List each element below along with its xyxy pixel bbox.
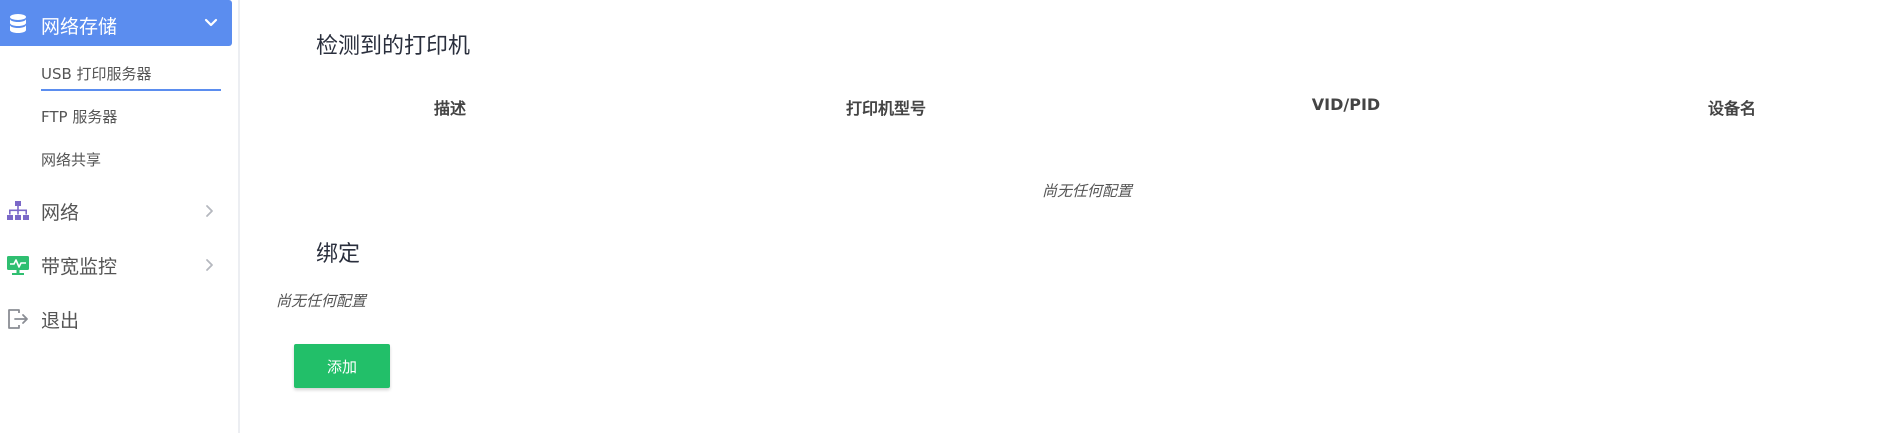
detected-printers-title: 检测到的打印机: [316, 34, 471, 59]
active-submenu-indicator: [41, 89, 221, 91]
chevron-right-icon: [206, 259, 213, 271]
logout-icon: [8, 309, 28, 329]
submenu-item-network-share[interactable]: 网络共享: [41, 149, 101, 170]
add-button[interactable]: 添加: [294, 344, 390, 388]
chevron-down-icon: [204, 18, 218, 27]
sidebar-item-label: 网络: [41, 202, 80, 224]
sidebar-item-label: 退出: [41, 310, 80, 332]
sidebar-item-network-storage[interactable]: 网络存储: [0, 0, 232, 46]
sidebar-item-label: 带宽监控: [41, 256, 118, 278]
network-topology-icon: [7, 201, 29, 220]
sidebar-item-label: 网络存储: [41, 16, 118, 38]
submenu-item-ftp-server[interactable]: FTP 服务器: [41, 106, 117, 127]
monitor-pulse-icon: [7, 256, 29, 275]
column-header-device-name: 设备名: [1707, 99, 1756, 118]
binding-title: 绑定: [316, 242, 361, 267]
column-header-vid-pid: VID/PID: [1311, 95, 1381, 114]
sidebar-item-network[interactable]: 网络: [0, 190, 232, 230]
main-content: 检测到的打印机 描述 打印机型号 VID/PID 设备名 尚无任何配置 绑定 尚…: [242, 0, 1901, 433]
sidebar: 网络存储 USB 打印服务器 FTP 服务器 网络共享 网络 带宽监控 退出: [0, 0, 240, 433]
binding-empty-state: 尚无任何配置: [276, 292, 367, 310]
submenu-item-usb-print-server[interactable]: USB 打印服务器: [41, 63, 152, 84]
column-header-printer-model: 打印机型号: [845, 99, 926, 118]
app-root: 网络存储 USB 打印服务器 FTP 服务器 网络共享 网络 带宽监控 退出 检…: [0, 0, 1901, 433]
sidebar-item-logout[interactable]: 退出: [0, 298, 232, 338]
sidebar-item-bandwidth-monitor[interactable]: 带宽监控: [0, 244, 232, 284]
printers-empty-state: 尚无任何配置: [1042, 182, 1133, 200]
database-icon: [10, 14, 26, 33]
column-header-description: 描述: [433, 99, 466, 118]
chevron-right-icon: [206, 205, 213, 217]
